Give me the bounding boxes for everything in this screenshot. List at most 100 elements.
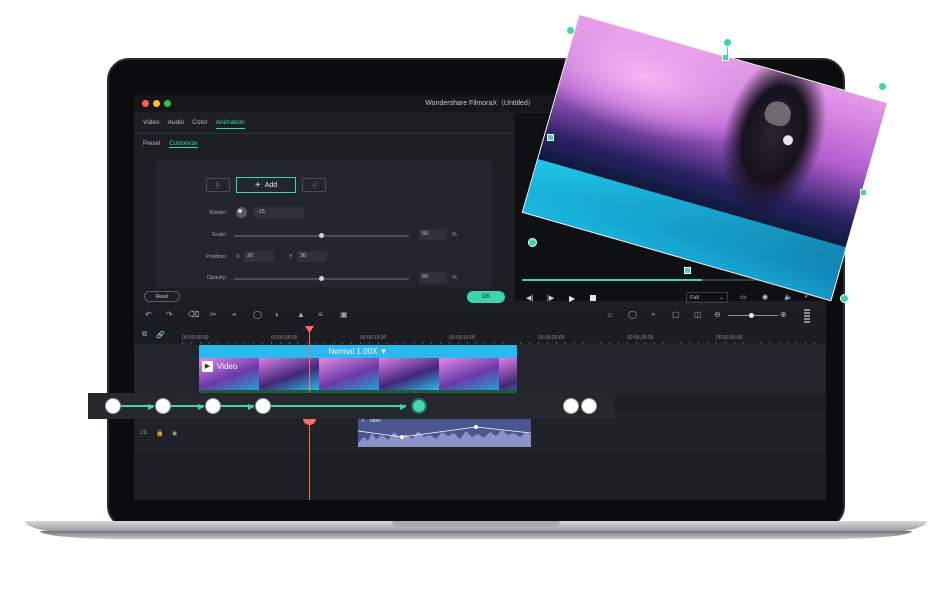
position-y-input[interactable]: 30 (297, 251, 327, 262)
step-back-icon[interactable]: ◀| (526, 294, 533, 302)
arrow-right-icon: ▶ (400, 402, 407, 411)
video-thumbnail (499, 358, 517, 390)
redo-icon[interactable]: ↷ (166, 310, 173, 319)
video-thumbnail (259, 358, 321, 390)
laptop-base-lower (40, 531, 912, 539)
video-thumbnail (439, 358, 501, 390)
ruler-tick: 00:00:30:00 (716, 335, 743, 341)
transform-handle-corner[interactable] (840, 294, 849, 303)
split-view-icon[interactable]: ◫ (694, 310, 702, 319)
marker-icon[interactable]: ▲ (297, 310, 305, 319)
render-icon[interactable]: ☼ (606, 310, 613, 319)
zoom-select-value: Full (690, 295, 699, 301)
transform-handle-corner[interactable] (566, 26, 575, 35)
position-label: Position: (205, 254, 227, 260)
color-icon[interactable]: ◐ (275, 310, 280, 319)
speed-label: Normal 1.00X (328, 347, 378, 356)
transform-handle-edge[interactable] (684, 267, 691, 274)
opacity-slider-knob[interactable] (319, 276, 324, 281)
eye-icon[interactable]: ◉ (172, 430, 177, 437)
lock-icon[interactable]: 🔒 (156, 430, 163, 437)
prev-keyframe-button[interactable]: |‹ (206, 178, 230, 192)
tab-audio[interactable]: Audio (168, 119, 185, 129)
rotate-dial-knob (238, 209, 242, 213)
chevron-down-icon: ⌄ (719, 295, 724, 301)
adjust-icon[interactable]: ≡ (318, 310, 323, 319)
reset-button[interactable]: Reset (144, 291, 180, 302)
zoom-out-icon[interactable]: ⊖ (714, 310, 721, 319)
video-clip-speed-bar[interactable]: Normal 1.00X ▼ (199, 345, 517, 358)
opacity-input[interactable]: 50 (419, 272, 447, 283)
shield-icon[interactable]: ◯ (628, 310, 637, 319)
position-x-input[interactable]: 20 (244, 251, 274, 262)
monitor-icon[interactable]: ▭ (740, 293, 747, 301)
arrow-right-icon: ▶ (248, 402, 255, 411)
keyframe-marker[interactable] (205, 398, 221, 414)
next-keyframe-button[interactable]: ›| (302, 178, 326, 192)
ruler-tick: 00:00:05:00 (271, 335, 298, 341)
laptop-notch (392, 521, 560, 527)
tab-video[interactable]: Video (143, 119, 160, 129)
fit-icon[interactable]: ▣ (340, 310, 348, 319)
divider (134, 133, 512, 134)
volume-icon[interactable]: 🔈 (784, 293, 793, 301)
keyframe-marker[interactable] (155, 398, 171, 414)
skip-back-icon: |‹ (215, 181, 221, 189)
tab-color[interactable]: Color (192, 119, 208, 129)
audio-waveform (358, 425, 531, 447)
zoom-clip-icon[interactable]: ◯ (253, 310, 262, 319)
zoom-select[interactable]: Full ⌄ (686, 292, 728, 303)
rotate-label: Rotate: (209, 210, 227, 216)
timeline-zoom-knob[interactable] (749, 313, 754, 318)
cut-icon[interactable]: ✂ (210, 310, 217, 319)
playback-progress-fill (522, 279, 702, 281)
ruler-minor-ticks (182, 342, 822, 344)
stop-icon[interactable] (590, 295, 596, 301)
skip-forward-icon: ›| (311, 181, 317, 189)
position-x-label: X (236, 254, 240, 260)
plus-icon: + (254, 179, 261, 191)
scale-input[interactable]: 50 (419, 229, 447, 240)
opacity-unit: % (452, 275, 457, 281)
panel-grip-icon[interactable] (804, 309, 810, 323)
add-keyframe-button[interactable]: + Add (236, 177, 296, 193)
link-icon[interactable]: 🔗 (156, 331, 165, 339)
transform-handle-edge[interactable] (860, 189, 867, 196)
keyframe-connector (271, 405, 406, 407)
keyframe-marker[interactable] (255, 398, 271, 414)
add-keyframe-label: Add (264, 181, 278, 189)
keyframe-marker-active[interactable] (411, 398, 427, 414)
transform-handle-edge[interactable] (547, 134, 554, 141)
caption-icon[interactable]: ▢ (672, 310, 680, 319)
rotate-input[interactable]: -15 (254, 207, 304, 218)
crop-icon[interactable]: ⌖ (232, 310, 237, 320)
audio-clip[interactable]: ♫ label (358, 417, 531, 447)
zoom-in-icon[interactable]: ⊕ (780, 310, 787, 319)
arrow-right-icon: ▶ (198, 402, 205, 411)
keyframe-marker[interactable] (563, 398, 579, 414)
play-icon[interactable]: ▶ (569, 294, 575, 303)
rotate-dial[interactable] (236, 207, 247, 218)
transform-handle-corner[interactable] (528, 238, 537, 247)
video-thumbnail (319, 358, 381, 390)
delete-icon[interactable]: ⌫ (188, 310, 199, 319)
play-frame-icon[interactable]: |▶ (547, 294, 554, 302)
subtab-customize[interactable]: Customize (169, 141, 198, 148)
snapshot-icon[interactable]: ◉ (762, 293, 768, 301)
video-thumbnail (379, 358, 441, 390)
keyframe-marker[interactable] (105, 398, 121, 414)
ruler-tick: 00:00:10:00 (360, 335, 387, 341)
microphone-icon[interactable]: ⚬ (650, 310, 657, 319)
transform-handle-corner[interactable] (878, 82, 887, 91)
add-track-icon[interactable]: ⧉ (142, 331, 147, 339)
undo-icon[interactable]: ↶ (145, 310, 152, 319)
scale-slider-knob[interactable] (319, 233, 324, 238)
ok-button[interactable]: OK (467, 291, 505, 303)
ruler-tick: 00:00:25:00 (627, 335, 654, 341)
video-clip[interactable]: ▶ Video (199, 358, 517, 390)
subtab-preset[interactable]: Preset (143, 141, 160, 148)
keyframe-marker[interactable] (581, 398, 597, 414)
rotate-handle[interactable] (723, 38, 732, 47)
tab-animation[interactable]: Animation (215, 119, 245, 129)
transform-handle-edge[interactable] (722, 54, 729, 61)
